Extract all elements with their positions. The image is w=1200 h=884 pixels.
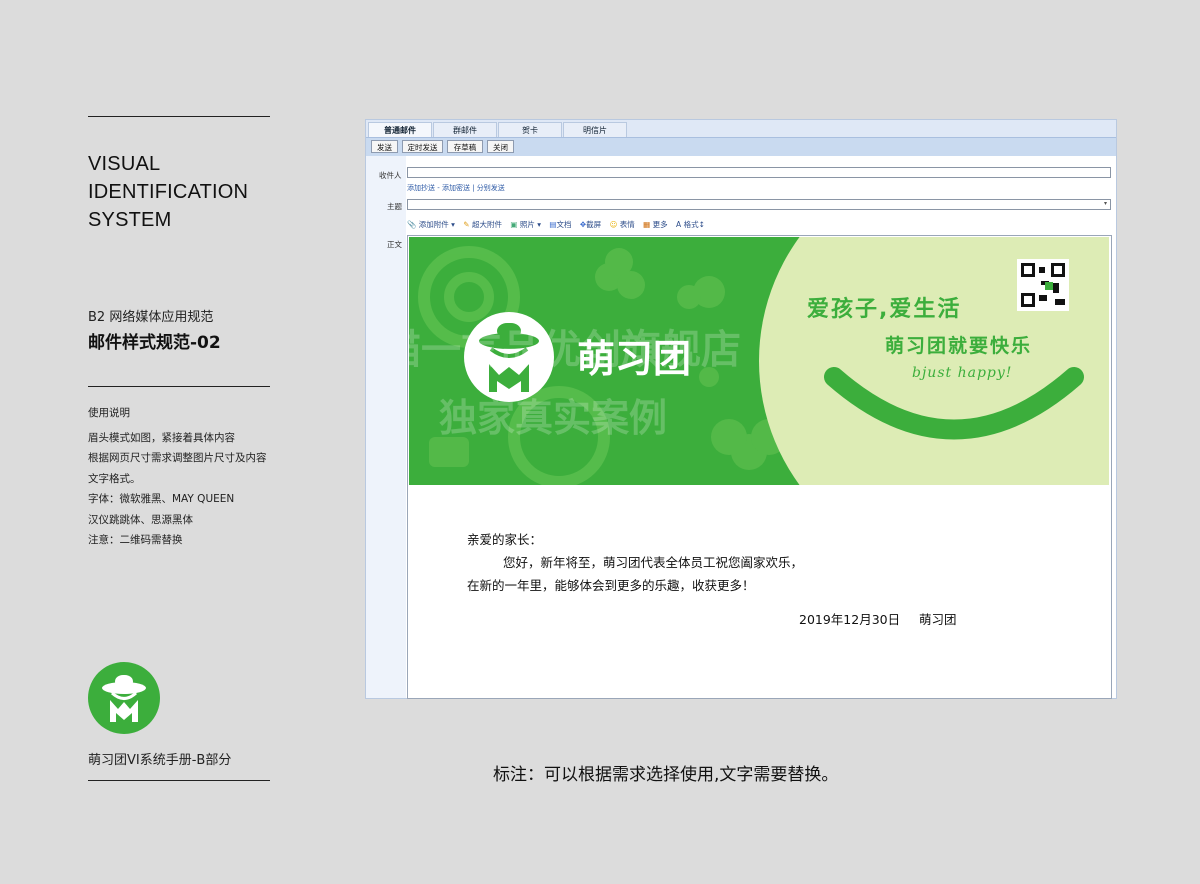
banner-slogan-3: bjust happy! (912, 365, 1013, 381)
brand-logo-icon (88, 662, 160, 734)
clip-icon: ✎ (463, 220, 470, 229)
notes-line: 注意：二维码需替换 (88, 534, 183, 546)
notes-line: 字体：微软雅黑、MAY QUEEN (88, 493, 235, 505)
notes-line: 根据网页尺寸需求调整图片尺寸及内容 (88, 452, 267, 464)
notes-line: 眉头模式如图，紧接着具体内容 (88, 431, 235, 444)
document-button[interactable]: ▤文档 (549, 220, 571, 229)
notes-line: 汉仪跳跳体、思源黑体 (88, 513, 193, 526)
grid-icon: ▦ (643, 220, 651, 229)
paperclip-icon: 📎 (407, 220, 417, 229)
attach-button[interactable]: 📎 添加附件 ▾ (407, 220, 455, 229)
mail-compose-window: 普通邮件 群邮件 贺卡 明信片 发送 定时发送 存草稿 关闭 收件人 添加抄送 … (365, 119, 1117, 699)
screenshot-button[interactable]: ✥截屏 (580, 220, 601, 229)
vi-title: VISUAL IDENTIFICATION SYSTEM (88, 153, 249, 231)
usage-notes: 使用说明 眉头模式如图，紧接着具体内容 根据网页尺寸需求调整图片尺寸及内容 文字… (88, 403, 278, 551)
save-draft-button[interactable]: 存草稿 (447, 140, 483, 153)
section-title: 邮件样式规范-02 (88, 333, 221, 353)
photo-icon: ▣ (510, 220, 518, 229)
mail-body-editor[interactable]: 萌习团 爱孩子,爱生活 萌习团就要快乐 bjust happy! 天猫一言品优创… (407, 235, 1112, 699)
tab-postcard[interactable]: 明信片 (563, 122, 627, 137)
watermark-line-1: 天猫一言品优创旗舰店 (409, 327, 741, 373)
smiley-icon: ☺ (609, 220, 618, 229)
recipient-input[interactable] (407, 167, 1111, 178)
notes-line: 文字格式。 (88, 472, 141, 485)
banner-slogan-2: 萌习团就要快乐 (885, 335, 1033, 357)
send-button[interactable]: 发送 (371, 140, 398, 153)
brand-caption: 萌习团VI系统手册-B部分 (88, 753, 232, 768)
format-button[interactable]: A 格式↕ (676, 220, 705, 229)
subject-input[interactable]: ▾ (407, 199, 1111, 210)
letter-line-1: 您好，新年将至，萌习团代表全体员工祝您阖家欢乐， (503, 555, 804, 570)
footnote: 标注：可以根据需求选择使用,文字需要替换。 (493, 765, 839, 785)
subject-label: 主题 (387, 202, 402, 211)
field-label-column (366, 156, 406, 698)
emoji-button[interactable]: ☺ 表情 (610, 220, 635, 229)
format-toolbar: 📎 添加附件 ▾ ✎ 超大附件 ▣ 照片 ▾ ▤文档 ✥截屏 ☺ 表情 ▦ 更多… (407, 219, 705, 230)
watermark-line-2: 独家真实案例 (439, 396, 668, 440)
priority-dropdown-icon[interactable]: ▾ (1104, 200, 1107, 207)
notes-title: 使用说明 (88, 407, 130, 419)
mail-banner: 萌习团 爱孩子,爱生活 萌习团就要快乐 bjust happy! 天猫一言品优创… (409, 237, 1109, 485)
recipient-links[interactable]: 添加抄送 - 添加密送 | 分别发送 (407, 183, 505, 193)
large-attachment-button[interactable]: ✎ 超大附件 (463, 220, 502, 229)
letter-greeting: 亲爱的家长： (467, 532, 543, 547)
section-label: B2 网络媒体应用规范 (88, 310, 214, 325)
middle-divider (88, 386, 270, 387)
banner-slogan-1: 爱孩子,爱生活 (807, 297, 962, 322)
recipient-label: 收件人 (379, 171, 402, 180)
photo-button[interactable]: ▣ 照片 ▾ (510, 220, 541, 229)
tab-greeting-card[interactable]: 贺卡 (498, 122, 562, 137)
mail-tabs: 普通邮件 群邮件 贺卡 明信片 (366, 120, 1116, 137)
close-button[interactable]: 关闭 (487, 140, 514, 153)
letter-line-2: 在新的一年里，能够体会到更多的乐趣，收获更多！ (467, 578, 755, 593)
letter-signature: 萌习团 (919, 612, 957, 627)
scheduled-send-button[interactable]: 定时发送 (402, 140, 443, 153)
bottom-divider (88, 780, 270, 781)
tab-group-mail[interactable]: 群邮件 (433, 122, 497, 137)
font-icon: A (676, 220, 682, 229)
more-button[interactable]: ▦ 更多 (643, 220, 667, 229)
mail-toolbar: 发送 定时发送 存草稿 关闭 (366, 137, 1116, 156)
top-divider (88, 116, 270, 117)
body-label: 正文 (387, 240, 402, 249)
letter-date: 2019年12月30日 (799, 612, 901, 627)
tab-normal-mail[interactable]: 普通邮件 (368, 122, 432, 137)
